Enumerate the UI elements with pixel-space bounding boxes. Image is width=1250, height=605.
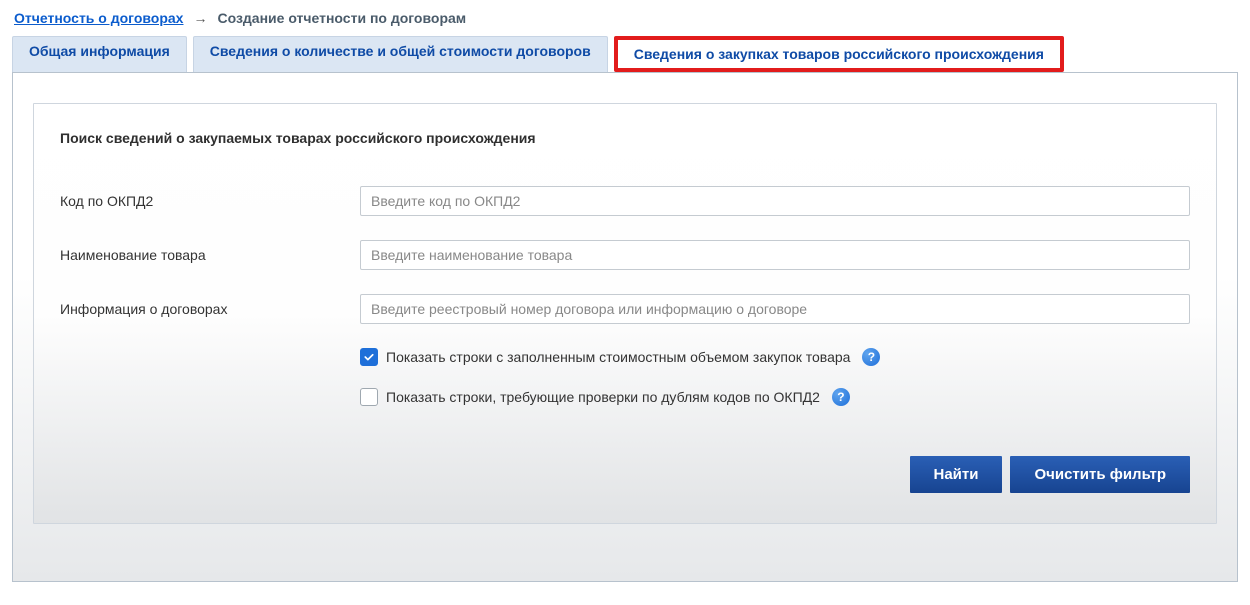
checkbox-label-show-duplicates: Показать строки, требующие проверки по д… bbox=[386, 389, 820, 405]
search-button[interactable]: Найти bbox=[910, 456, 1003, 493]
product-name-input[interactable] bbox=[360, 240, 1190, 270]
row-cb-filled: Показать строки с заполненным стоимостны… bbox=[360, 348, 1190, 366]
breadcrumb-current: Создание отчетности по договорам bbox=[217, 10, 466, 26]
row-contract-info: Информация о договорах bbox=[60, 294, 1190, 324]
checkbox-label-show-filled: Показать строки с заполненным стоимостны… bbox=[386, 349, 850, 365]
arrow-right-icon: → bbox=[193, 10, 207, 26]
help-icon[interactable]: ? bbox=[832, 388, 850, 406]
button-row: Найти Очистить фильтр bbox=[60, 456, 1190, 493]
section-title: Поиск сведений о закупаемых товарах росс… bbox=[60, 130, 1190, 146]
label-okpd2: Код по ОКПД2 bbox=[60, 193, 360, 209]
check-icon bbox=[363, 351, 375, 363]
checkbox-show-duplicates[interactable] bbox=[360, 388, 378, 406]
tab-russian-goods[interactable]: Сведения о закупках товаров российского … bbox=[614, 36, 1064, 72]
okpd2-input[interactable] bbox=[360, 186, 1190, 216]
main-panel: Поиск сведений о закупаемых товарах росс… bbox=[12, 72, 1238, 582]
label-product-name: Наименование товара bbox=[60, 247, 360, 263]
breadcrumb: Отчетность о договорах → Создание отчетн… bbox=[0, 0, 1250, 36]
tab-quantity-cost[interactable]: Сведения о количестве и общей стоимости … bbox=[193, 36, 608, 72]
checkbox-show-filled[interactable] bbox=[360, 348, 378, 366]
row-cb-duplicates: Показать строки, требующие проверки по д… bbox=[360, 388, 1190, 406]
tabs: Общая информация Сведения о количестве и… bbox=[0, 36, 1250, 72]
tab-general-info[interactable]: Общая информация bbox=[12, 36, 187, 72]
help-icon[interactable]: ? bbox=[862, 348, 880, 366]
contract-info-input[interactable] bbox=[360, 294, 1190, 324]
breadcrumb-link[interactable]: Отчетность о договорах bbox=[14, 10, 183, 26]
row-okpd2: Код по ОКПД2 bbox=[60, 186, 1190, 216]
search-card: Поиск сведений о закупаемых товарах росс… bbox=[33, 103, 1217, 524]
row-product-name: Наименование товара bbox=[60, 240, 1190, 270]
clear-filter-button[interactable]: Очистить фильтр bbox=[1010, 456, 1190, 493]
label-contract-info: Информация о договорах bbox=[60, 301, 360, 317]
